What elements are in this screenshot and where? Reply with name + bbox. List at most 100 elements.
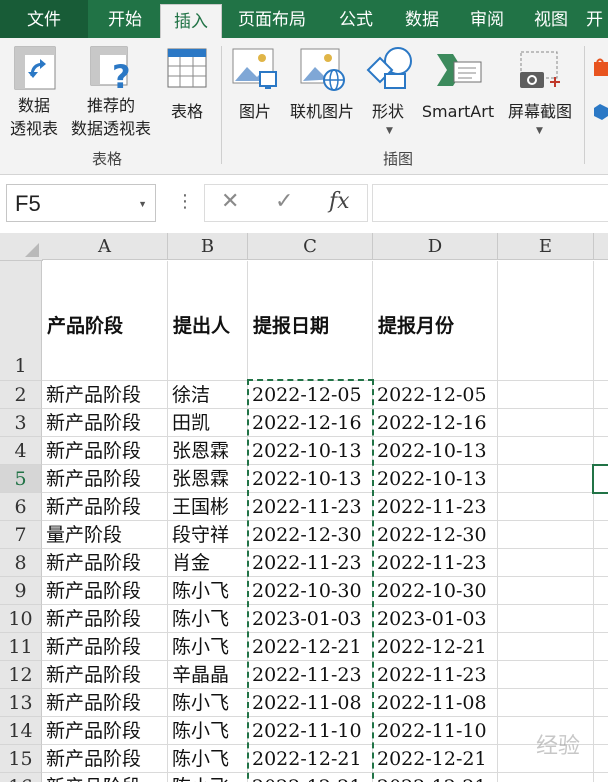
table-cell[interactable]: 陈小飞 xyxy=(168,689,248,717)
table-cell[interactable] xyxy=(594,577,608,605)
header-cell[interactable] xyxy=(498,261,594,381)
table-cell[interactable] xyxy=(594,717,608,745)
table-cell[interactable]: 2022-12-05 xyxy=(248,381,373,409)
table-cell[interactable]: 陈小飞 xyxy=(168,717,248,745)
table-cell[interactable]: 量产阶段 xyxy=(42,521,168,549)
row-header[interactable]: 9 xyxy=(0,577,42,605)
select-all-button[interactable] xyxy=(0,233,43,261)
table-cell[interactable]: 新产品阶段 xyxy=(42,381,168,409)
row-header[interactable]: 1 xyxy=(0,261,42,381)
table-cell[interactable] xyxy=(594,261,608,381)
table-cell[interactable]: 2022-12-21 xyxy=(248,633,373,661)
table-cell[interactable]: 2022-10-13 xyxy=(373,437,498,465)
tab-developer[interactable]: 开 xyxy=(586,0,608,38)
column-header-f[interactable] xyxy=(594,233,608,260)
table-cell[interactable]: 王国彬 xyxy=(168,493,248,521)
row-header[interactable]: 7 xyxy=(0,521,42,549)
table-cell[interactable] xyxy=(498,521,594,549)
table-cell[interactable]: 新产品阶段 xyxy=(42,745,168,773)
table-cell[interactable] xyxy=(594,661,608,689)
screenshot-button[interactable]: 屏幕截图 ▼ xyxy=(500,44,580,144)
row-header[interactable]: 14 xyxy=(0,717,42,745)
row-header[interactable]: 13 xyxy=(0,689,42,717)
table-cell[interactable]: 2022-12-21 xyxy=(373,745,498,773)
table-cell[interactable] xyxy=(498,381,594,409)
table-cell[interactable]: 2022-12-21 xyxy=(248,745,373,773)
table-cell[interactable] xyxy=(498,661,594,689)
tab-home[interactable]: 开始 xyxy=(90,0,160,38)
table-cell[interactable] xyxy=(594,689,608,717)
table-cell[interactable] xyxy=(498,437,594,465)
table-cell[interactable]: 肖金 xyxy=(168,549,248,577)
row-header[interactable]: 10 xyxy=(0,605,42,633)
table-cell[interactable] xyxy=(594,605,608,633)
table-cell[interactable] xyxy=(594,381,608,409)
row-header[interactable]: 12 xyxy=(0,661,42,689)
table-cell[interactable]: 2022-11-23 xyxy=(373,549,498,577)
table-cell[interactable]: 2022-10-13 xyxy=(373,465,498,493)
my-addins-icon[interactable] xyxy=(592,102,608,122)
table-cell[interactable]: 2022-10-30 xyxy=(373,577,498,605)
table-cell[interactable] xyxy=(594,745,608,773)
table-cell[interactable] xyxy=(594,773,608,782)
row-header[interactable]: 11 xyxy=(0,633,42,661)
pivot-table-button[interactable]: 数据 透视表 xyxy=(4,44,64,144)
table-cell[interactable] xyxy=(498,773,594,782)
table-cell[interactable]: 新产品阶段 xyxy=(42,549,168,577)
table-cell[interactable]: 徐洁 xyxy=(168,381,248,409)
recommended-pivot-button[interactable]: ? 推荐的 数据透视表 xyxy=(66,44,156,144)
table-cell[interactable]: 2022-12-30 xyxy=(373,521,498,549)
table-cell[interactable]: 新产品阶段 xyxy=(42,717,168,745)
table-cell[interactable] xyxy=(498,605,594,633)
table-cell[interactable]: 2022-12-16 xyxy=(248,409,373,437)
table-cell[interactable]: 2022-11-10 xyxy=(248,717,373,745)
table-cell[interactable] xyxy=(498,633,594,661)
header-cell[interactable]: 产品阶段 xyxy=(42,261,168,381)
table-cell[interactable]: 2022-10-13 xyxy=(248,437,373,465)
table-cell[interactable]: 2023-01-03 xyxy=(248,605,373,633)
table-button[interactable]: 表格 xyxy=(160,44,214,121)
table-cell[interactable]: 2022-11-23 xyxy=(373,493,498,521)
table-cell[interactable] xyxy=(498,549,594,577)
table-cell[interactable]: 张恩霖 xyxy=(168,437,248,465)
table-cell[interactable]: 新产品阶段 xyxy=(42,605,168,633)
cancel-icon[interactable]: ✕ xyxy=(221,189,239,214)
tab-page-layout[interactable]: 页面布局 xyxy=(226,0,318,38)
column-header-a[interactable]: A xyxy=(42,233,168,260)
table-cell[interactable]: 2022-11-08 xyxy=(248,689,373,717)
table-cell[interactable]: 新产品阶段 xyxy=(42,493,168,521)
header-cell[interactable]: 提报月份 xyxy=(373,261,498,381)
online-pictures-button[interactable]: 联机图片 xyxy=(284,44,360,121)
shapes-button[interactable]: 形状 ▼ xyxy=(362,44,414,144)
name-box-dropdown-icon[interactable]: ▼ xyxy=(138,185,147,223)
row-header[interactable]: 4 xyxy=(0,437,42,465)
insert-function-icon[interactable]: fx xyxy=(329,189,350,214)
row-header[interactable]: 15 xyxy=(0,745,42,773)
table-cell[interactable]: 2022-11-10 xyxy=(373,717,498,745)
tab-review[interactable]: 审阅 xyxy=(456,0,518,38)
store-icon[interactable] xyxy=(592,58,608,78)
table-cell[interactable]: 2022-12-21 xyxy=(248,773,373,782)
row-header[interactable]: 16 xyxy=(0,773,42,782)
smartart-button[interactable]: SmartArt xyxy=(416,44,500,121)
header-cell[interactable]: 提报日期 xyxy=(248,261,373,381)
table-cell[interactable]: 张恩霖 xyxy=(168,465,248,493)
table-cell[interactable]: 陈小飞 xyxy=(168,577,248,605)
table-cell[interactable]: 2022-12-16 xyxy=(373,409,498,437)
header-cell[interactable]: 提出人 xyxy=(168,261,248,381)
column-header-c[interactable]: C xyxy=(248,233,373,260)
table-cell[interactable] xyxy=(594,493,608,521)
table-cell[interactable]: 2022-12-30 xyxy=(248,521,373,549)
column-header-b[interactable]: B xyxy=(168,233,248,260)
enter-icon[interactable]: ✓ xyxy=(275,189,293,214)
tab-view[interactable]: 视图 xyxy=(520,0,582,38)
table-cell[interactable] xyxy=(594,549,608,577)
table-cell[interactable] xyxy=(498,577,594,605)
table-cell[interactable]: 2022-12-05 xyxy=(373,381,498,409)
table-cell[interactable] xyxy=(498,409,594,437)
tab-insert[interactable]: 插入 xyxy=(160,4,222,38)
spreadsheet-grid[interactable]: A B C D E 1 产品阶段 提出人 提报日期 提报月份 2 新产品阶段 徐洁 2022-12-05 2… xyxy=(0,233,608,782)
table-cell[interactable]: 2022-10-30 xyxy=(248,577,373,605)
column-header-d[interactable]: D xyxy=(373,233,498,260)
row-header[interactable]: 6 xyxy=(0,493,42,521)
